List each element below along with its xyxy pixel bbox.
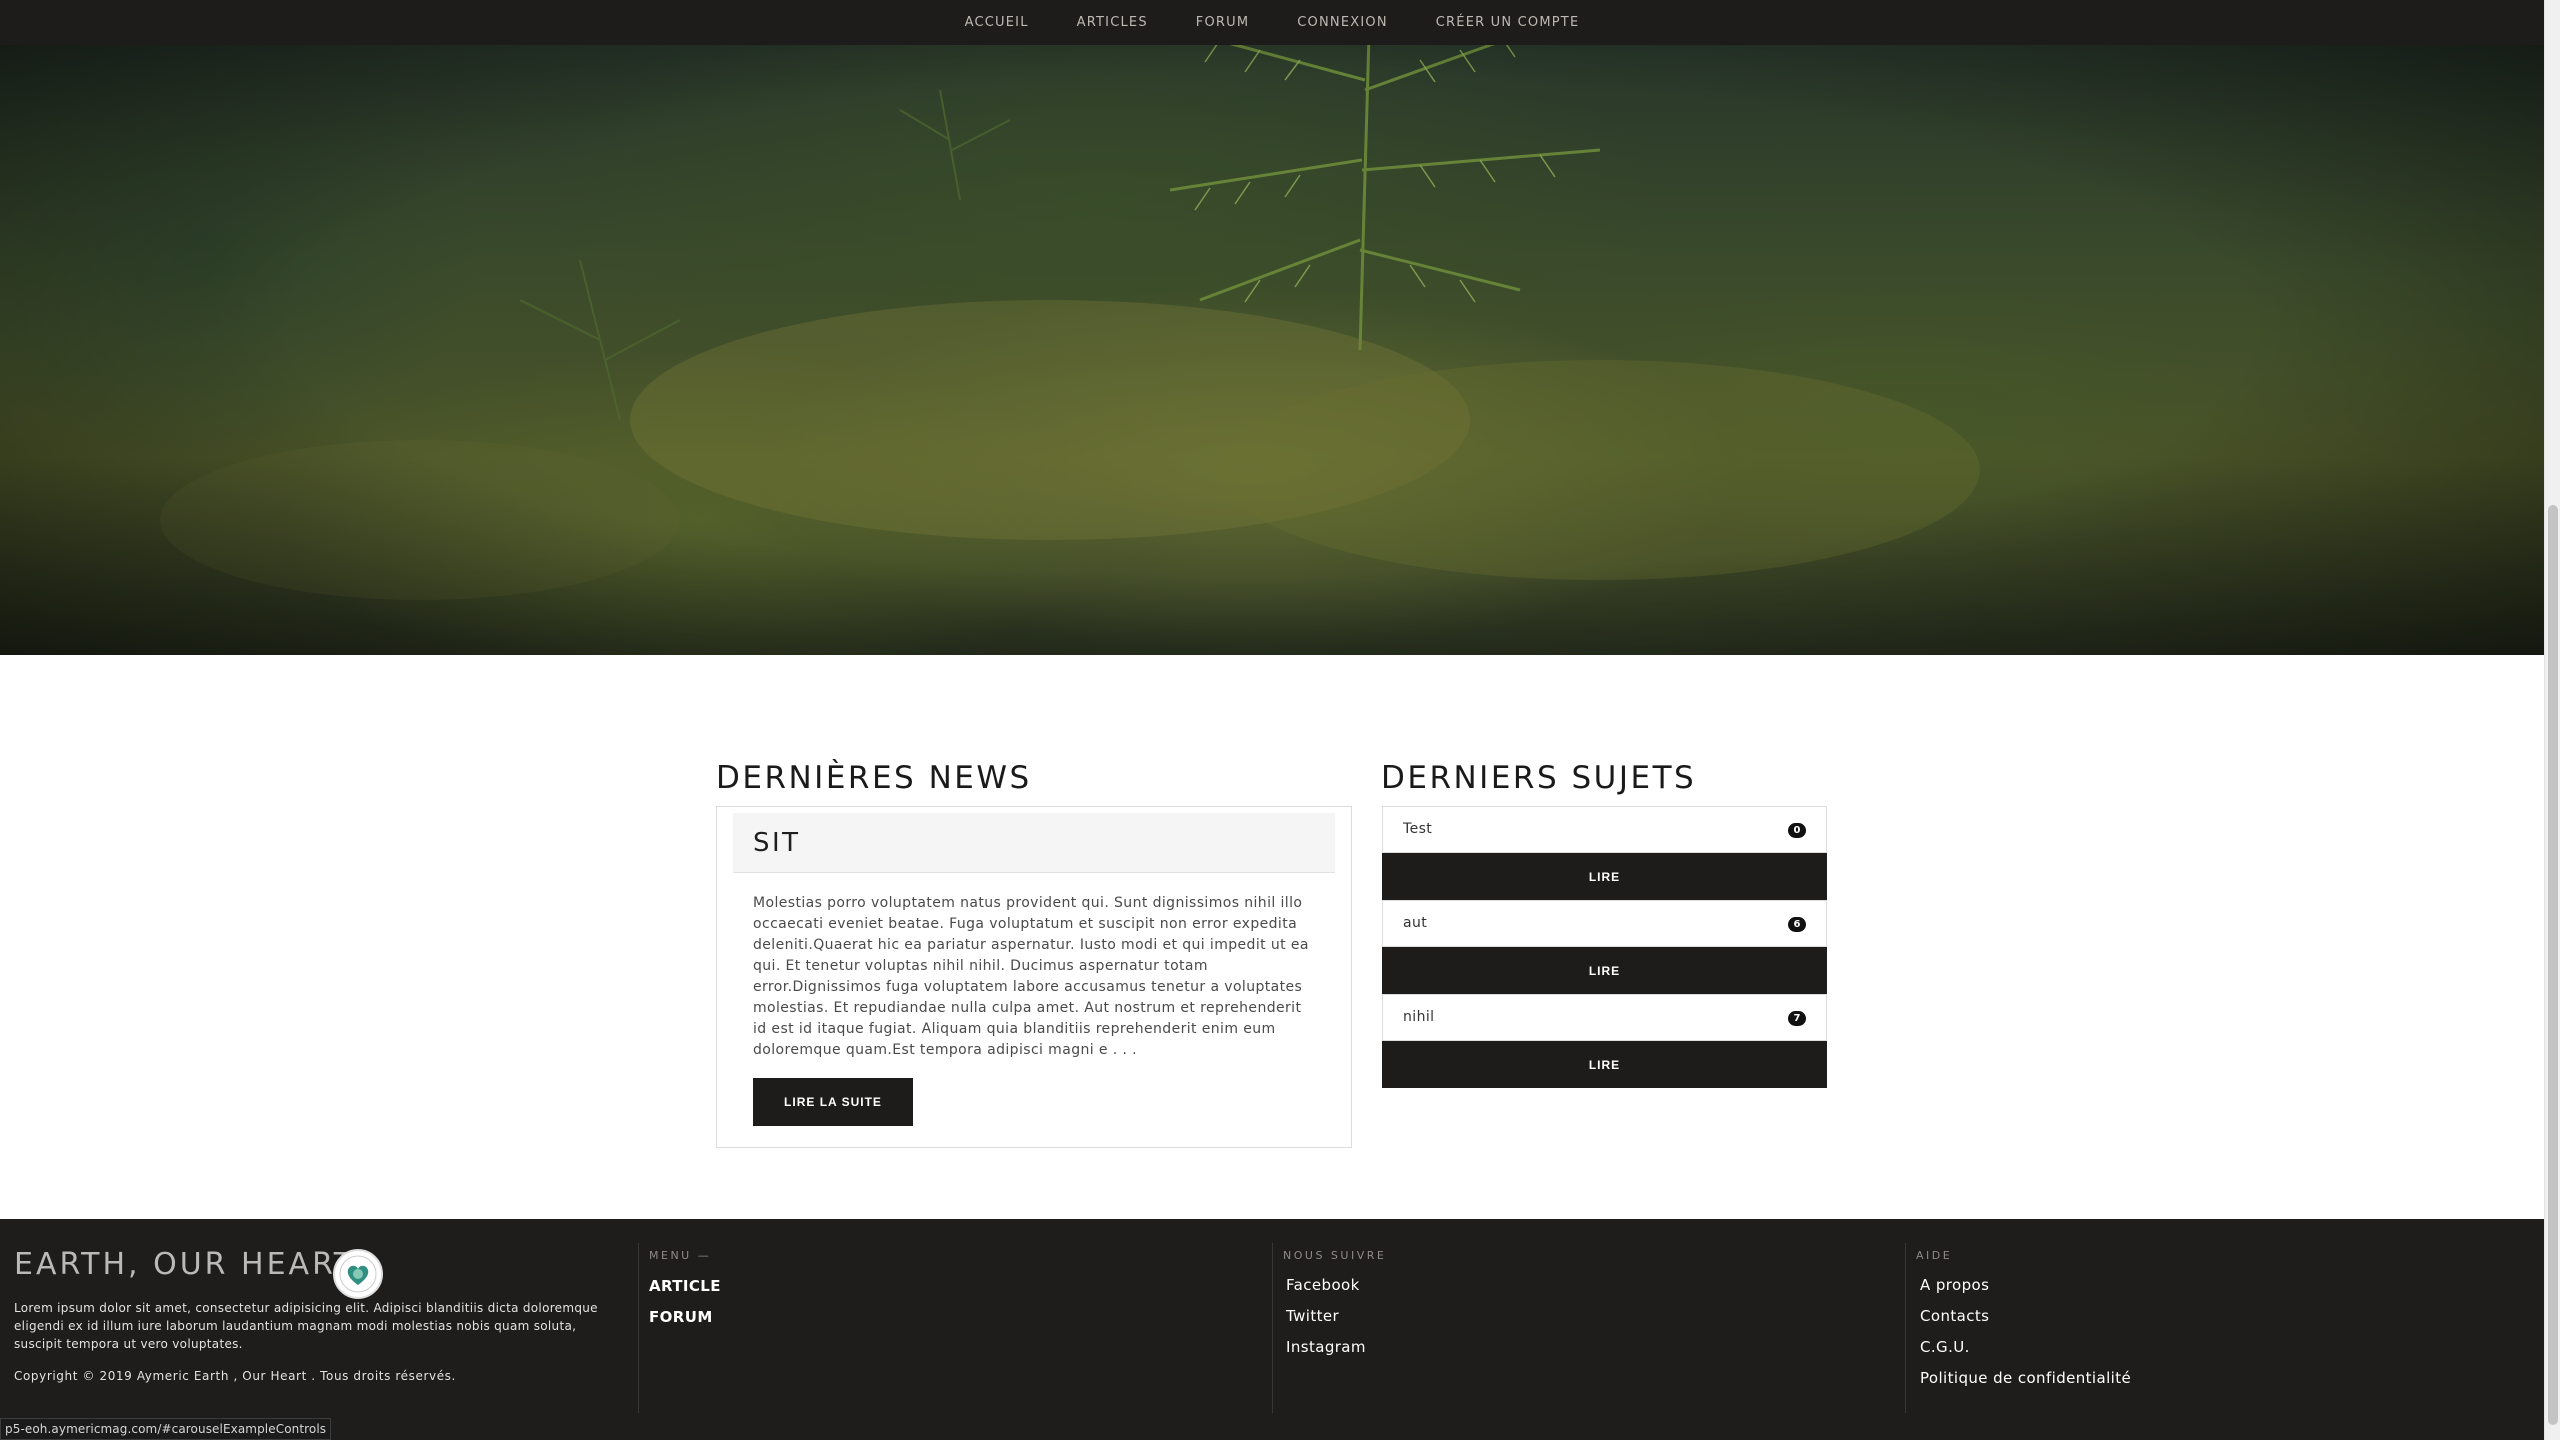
news-card: SIT Molestias porro voluptatem natus pro… [716, 806, 1352, 1148]
topic-item[interactable]: aut 6 [1382, 900, 1827, 947]
topic-read-button[interactable]: LIRE [1382, 853, 1827, 900]
forest-moss-image [0, 0, 2544, 655]
footer-link-facebook[interactable]: Facebook [1286, 1276, 1360, 1294]
nav-accueil[interactable]: ACCUEIL [965, 11, 1029, 34]
footer-divider [638, 1243, 639, 1413]
topic-count-badge: 6 [1788, 917, 1806, 932]
read-more-button[interactable]: LIRE LA SUITE [753, 1078, 913, 1126]
footer-link-forum[interactable]: FORUM [649, 1308, 713, 1326]
topic-item[interactable]: Test 0 [1382, 806, 1827, 853]
footer: EARTH, OUR HEART Lorem ipsum dolor sit a… [0, 1219, 2544, 1440]
nav-connexion[interactable]: CONNEXION [1297, 11, 1387, 34]
topic-item[interactable]: nihil 7 [1382, 994, 1827, 1041]
footer-link-article[interactable]: ARTICLE [649, 1277, 721, 1295]
footer-brand-title: EARTH, OUR HEART [14, 1247, 356, 1282]
news-section-title: DERNIÈRES NEWS [716, 760, 1032, 796]
news-article-title: SIT [753, 828, 801, 858]
footer-divider [1272, 1243, 1273, 1413]
nav-forum[interactable]: FORUM [1196, 11, 1249, 34]
nav-articles[interactable]: ARTICLES [1077, 11, 1148, 34]
footer-link-privacy[interactable]: Politique de confidentialité [1920, 1369, 2131, 1387]
footer-menu-heading: MENU — [649, 1249, 712, 1262]
hero-carousel-image [0, 0, 2544, 655]
top-navigation: ACCUEIL ARTICLES FORUM CONNEXION CRÉER U… [0, 0, 2544, 45]
topics-section-title: DERNIERS SUJETS [1381, 760, 1697, 796]
heart-logo-icon [333, 1249, 383, 1299]
footer-help-heading: AIDE [1916, 1249, 1953, 1262]
footer-follow-heading: NOUS SUIVRE [1283, 1249, 1387, 1262]
topic-label: aut [1403, 915, 1428, 931]
browser-status-url: p5-eoh.aymericmag.com/#carouselExampleCo… [0, 1418, 332, 1440]
topic-label: nihil [1403, 1009, 1435, 1025]
footer-link-twitter[interactable]: Twitter [1286, 1307, 1339, 1325]
topic-count-badge: 0 [1788, 823, 1806, 838]
footer-link-cgu[interactable]: C.G.U. [1920, 1338, 1970, 1356]
footer-link-instagram[interactable]: Instagram [1286, 1338, 1366, 1356]
topic-read-button[interactable]: LIRE [1382, 1041, 1827, 1088]
topic-read-button[interactable]: LIRE [1382, 947, 1827, 994]
footer-link-contacts[interactable]: Contacts [1920, 1307, 1989, 1325]
footer-link-about[interactable]: A propos [1920, 1276, 1989, 1294]
news-card-header: SIT [733, 813, 1335, 873]
page-scrollbar[interactable] [2544, 0, 2560, 1440]
scrollbar-thumb[interactable] [2548, 505, 2558, 1425]
news-article-excerpt: Molestias porro voluptatem natus provide… [753, 895, 1309, 1058]
footer-copyright: Copyright © 2019 Aymeric Earth , Our Hea… [14, 1369, 456, 1383]
topic-label: Test [1403, 821, 1433, 837]
nav-create-account[interactable]: CRÉER UN COMPTE [1436, 11, 1580, 34]
footer-description: Lorem ipsum dolor sit amet, consectetur … [14, 1301, 598, 1351]
footer-divider [1905, 1243, 1906, 1413]
topic-count-badge: 7 [1788, 1011, 1806, 1026]
